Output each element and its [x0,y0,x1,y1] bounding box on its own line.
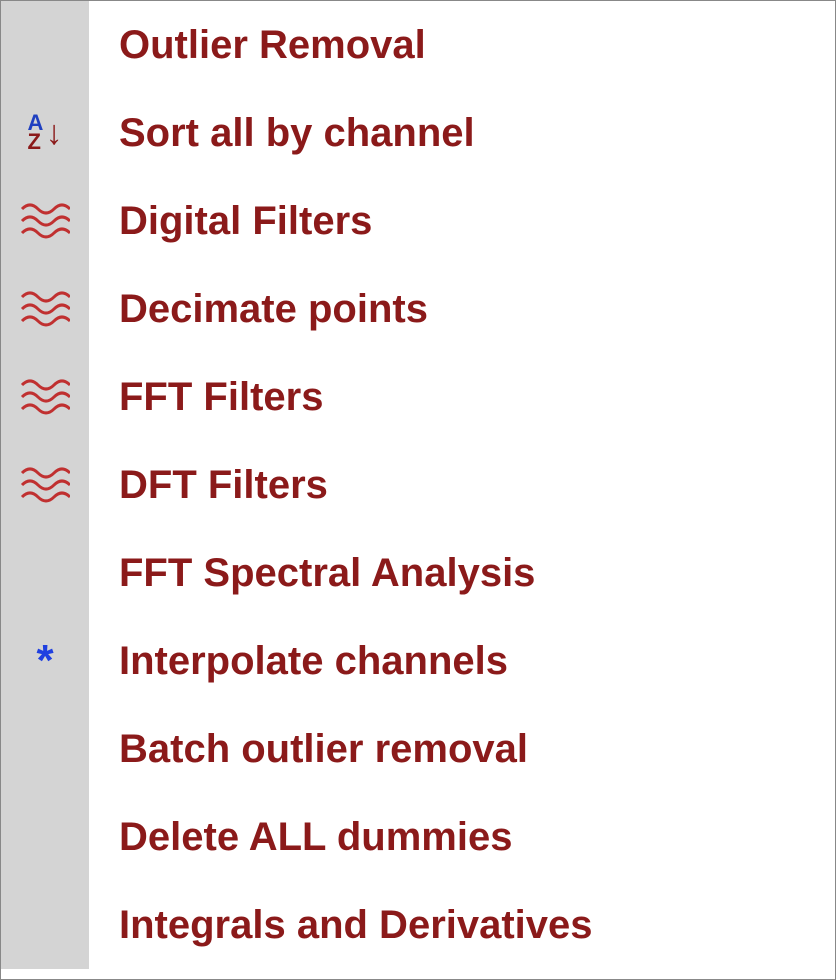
menu-item-delete-all-dummies[interactable]: Delete ALL dummies [1,793,835,881]
wave-icon [20,375,70,420]
menu-label: Integrals and Derivatives [89,903,835,948]
icon-cell [1,529,89,617]
context-menu: Outlier Removal A Z ↓ Sort all by channe… [0,0,836,980]
menu-item-digital-filters[interactable]: Digital Filters [1,177,835,265]
menu-item-fft-filters[interactable]: FFT Filters [1,353,835,441]
menu-label: Batch outlier removal [89,727,835,772]
menu-label: DFT Filters [89,463,835,508]
menu-item-batch-outlier-removal[interactable]: Batch outlier removal [1,705,835,793]
menu-item-sort-all-by-channel[interactable]: A Z ↓ Sort all by channel [1,89,835,177]
wave-icon [20,287,70,332]
wave-icon [20,463,70,508]
wave-icon [20,199,70,244]
asterisk-icon: * [36,639,53,683]
menu-label: Interpolate channels [89,639,835,684]
menu-label: FFT Spectral Analysis [89,551,835,596]
icon-cell [1,177,89,265]
menu-label: Outlier Removal [89,23,835,68]
menu-label: Digital Filters [89,199,835,244]
menu-label: FFT Filters [89,375,835,420]
icon-cell: A Z ↓ [1,89,89,177]
icon-cell [1,1,89,89]
icon-cell [1,441,89,529]
menu-item-integrals-and-derivatives[interactable]: Integrals and Derivatives [1,881,835,969]
menu-item-outlier-removal[interactable]: Outlier Removal [1,1,835,89]
menu-label: Delete ALL dummies [89,815,835,860]
icon-cell [1,353,89,441]
menu-item-fft-spectral-analysis[interactable]: FFT Spectral Analysis [1,529,835,617]
icon-cell [1,705,89,793]
menu-item-decimate-points[interactable]: Decimate points [1,265,835,353]
icon-cell: * [1,617,89,705]
menu-list: Outlier Removal A Z ↓ Sort all by channe… [1,1,835,979]
menu-item-interpolate-channels[interactable]: * Interpolate channels [1,617,835,705]
menu-label: Decimate points [89,287,835,332]
menu-item-dft-filters[interactable]: DFT Filters [1,441,835,529]
sort-az-icon: A Z ↓ [28,114,63,151]
icon-cell [1,265,89,353]
icon-cell [1,881,89,969]
icon-cell [1,793,89,881]
menu-label: Sort all by channel [89,111,835,156]
